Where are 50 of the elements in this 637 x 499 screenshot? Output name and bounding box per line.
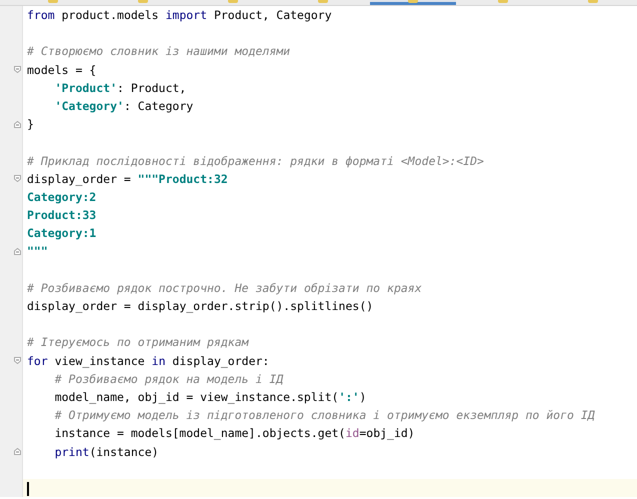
code-comment: # Розбиваємо рядок построчно. Не забути обрізати по краях: [27, 280, 422, 295]
code-text: : Category: [124, 98, 194, 113]
code-string: Category:1: [27, 226, 96, 240]
file-icon: [408, 0, 418, 3]
code-text: display_order:: [171, 354, 270, 368]
fold-marker-icon[interactable]: [14, 357, 21, 364]
code-comment: # Створюємо словник із нашими моделями: [27, 44, 290, 58]
code-text: view_instance: [54, 354, 146, 368]
code-text: }: [27, 117, 34, 132]
file-icon: [588, 0, 598, 3]
code-text: display_order =: [27, 172, 132, 186]
code-keyword: from: [27, 8, 55, 22]
file-icon: [138, 0, 148, 3]
code-text: =obj_id): [359, 426, 415, 440]
code-string: """: [27, 244, 48, 258]
file-icon: [48, 0, 58, 3]
code-text: (instance): [89, 444, 159, 458]
fold-marker-icon[interactable]: [14, 448, 21, 456]
text-cursor: [27, 482, 29, 496]
code-string: 'Category': [54, 98, 124, 113]
file-icon: [498, 0, 508, 3]
code-keyword: import: [165, 8, 208, 22]
code-text: display_order = display_order.strip().splitlines(): [27, 299, 374, 313]
code-parameter: id: [345, 426, 360, 440]
code-builtin: print: [54, 444, 90, 458]
code-string: """Product:32: [138, 172, 228, 186]
fold-marker-icon[interactable]: [14, 248, 21, 256]
file-icon: [228, 0, 238, 3]
code-string: ':': [338, 390, 360, 404]
code-comment: # Отримуємо модель із підготовленого словника і отримуємо екземпляр по його ІД: [54, 408, 595, 422]
code-text: product.models: [60, 8, 160, 22]
code-text: : Product,: [117, 80, 186, 95]
code-text: model_name, obj_id = view_instance.split(: [54, 390, 339, 404]
editor-tab[interactable]: [370, 0, 456, 5]
fold-marker-icon[interactable]: [14, 66, 21, 74]
code-text: models = {: [27, 62, 96, 77]
code-keyword: for: [27, 354, 48, 368]
file-icon: [318, 0, 328, 3]
fold-marker-icon[interactable]: [14, 175, 21, 182]
code-text: instance = models[model_name].objects.get(: [54, 426, 346, 440]
code-string: Category:2: [27, 190, 96, 204]
code-text: Product, Category: [212, 8, 332, 22]
code-comment: # Приклад послідовності відображення: рядки в форматі <Model>:<ID>: [27, 154, 484, 168]
code-keyword: in: [152, 354, 166, 368]
code-text: ): [359, 390, 366, 404]
fold-marker-icon[interactable]: [14, 120, 21, 128]
code-string: Product:33: [27, 208, 96, 222]
code-comment: # Розбиваємо рядок на модель і ІД: [54, 372, 284, 386]
code-string: 'Product': [54, 80, 117, 95]
code-comment: # Ітеруємось по отриманим рядкам: [27, 335, 249, 350]
